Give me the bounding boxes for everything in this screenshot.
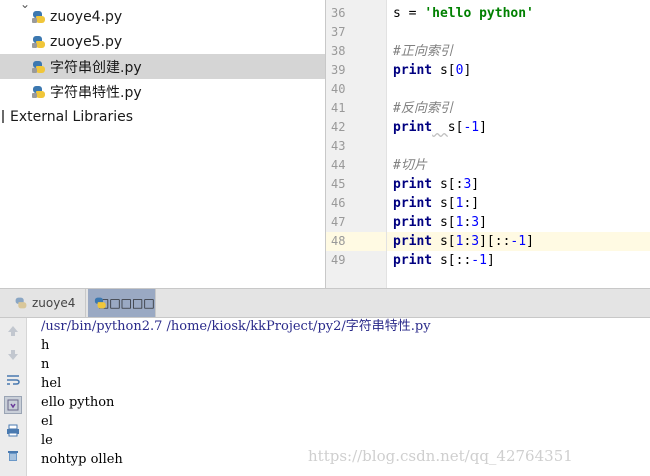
- code-line[interactable]: 38 #正向索引: [326, 42, 650, 61]
- line-number: 42: [331, 120, 346, 134]
- code-text: print s[1:3]: [393, 215, 487, 230]
- console-output-line: nohtyp olleh: [41, 452, 123, 467]
- tree-item-string-create[interactable]: 字符串创建.py: [0, 54, 325, 79]
- code-text: print s[::-1]: [393, 253, 495, 268]
- code-text: print s[-1]: [393, 120, 487, 135]
- console-output-line: n: [41, 357, 50, 372]
- line-number: 49: [331, 253, 346, 267]
- gutter-separator: [386, 0, 387, 288]
- code-line-current[interactable]: 48 print s[1:3][::-1]: [326, 232, 650, 251]
- arrow-up-icon[interactable]: [4, 322, 22, 340]
- line-number: 46: [331, 196, 346, 210]
- code-text: print s[1:]: [393, 196, 480, 211]
- code-line[interactable]: 45 print s[:3]: [326, 175, 650, 194]
- print-icon[interactable]: [4, 421, 22, 439]
- code-line[interactable]: 37: [326, 23, 650, 42]
- tree-item-string-features[interactable]: 字符串特性.py: [0, 79, 325, 104]
- line-number: 41: [331, 101, 346, 115]
- console-output-line: h: [41, 338, 50, 353]
- tree-item-zuoye5[interactable]: zuoye5.py: [0, 29, 325, 54]
- trash-icon[interactable]: [4, 446, 22, 464]
- line-number: 36: [331, 6, 346, 20]
- python-file-icon: [32, 85, 46, 99]
- line-number: 47: [331, 215, 346, 229]
- line-number: 48: [326, 232, 386, 251]
- console-command-line: /usr/bin/python2.7 /home/kiosk/kkProject…: [41, 319, 431, 334]
- tree-item-label: zuoye5.py: [50, 33, 123, 50]
- code-line[interactable]: 36 s = 'hello python': [326, 4, 650, 23]
- run-tab-label: □□□□□: [98, 296, 155, 310]
- run-tab-zuoye4[interactable]: zuoye4: [8, 289, 86, 317]
- code-line[interactable]: 39 print s[0]: [326, 61, 650, 80]
- code-line[interactable]: 47 print s[1:3]: [326, 213, 650, 232]
- library-icon: [2, 110, 4, 123]
- python-file-icon: [32, 35, 46, 49]
- code-line[interactable]: 42 print s[-1]: [326, 118, 650, 137]
- line-number: 40: [331, 82, 346, 96]
- console-toolbar: [0, 318, 27, 476]
- python-run-icon: [15, 297, 28, 310]
- tree-item-zuoye4[interactable]: zuoye4.py: [0, 4, 325, 29]
- project-panel: ⌄ zuoye4.py zuoye5.py 字符串创建.py 字符串特性.py …: [0, 0, 325, 288]
- console-output-line: ello python: [41, 395, 115, 410]
- line-number: 44: [331, 158, 346, 172]
- scroll-to-end-icon[interactable]: [4, 396, 22, 414]
- arrow-down-icon[interactable]: [4, 346, 22, 364]
- soft-wrap-icon[interactable]: [4, 371, 22, 389]
- tree-item-label: 字符串特性.py: [50, 84, 142, 101]
- run-tabs-bar: zuoye4 □□□□□: [0, 288, 650, 318]
- line-number: 43: [331, 139, 346, 153]
- code-line[interactable]: 46 print s[1:]: [326, 194, 650, 213]
- run-tab-label: zuoye4: [32, 296, 76, 310]
- watermark: https://blog.csdn.net/qq_42764351: [308, 447, 573, 465]
- tree-item-label: zuoye4.py: [50, 8, 123, 25]
- line-number: 39: [331, 63, 346, 77]
- run-tab-current[interactable]: □□□□□: [88, 289, 156, 317]
- tree-item-label: External Libraries: [10, 108, 133, 125]
- console-output-line: hel: [41, 376, 62, 391]
- code-line[interactable]: 40: [326, 80, 650, 99]
- line-number: 38: [331, 44, 346, 58]
- code-line[interactable]: 43: [326, 137, 650, 156]
- tree-item-external-libraries[interactable]: External Libraries: [0, 104, 325, 129]
- code-text: print s[0]: [393, 63, 472, 78]
- line-number: 45: [331, 177, 346, 191]
- code-text: #反向索引: [393, 101, 453, 116]
- code-line[interactable]: 49 print s[::-1]: [326, 251, 650, 270]
- console-output-line: le: [41, 433, 53, 448]
- code-line[interactable]: 41 #反向索引: [326, 99, 650, 118]
- code-line[interactable]: 44 #切片: [326, 156, 650, 175]
- python-file-icon: [32, 10, 46, 24]
- code-text: print s[:3]: [393, 177, 480, 192]
- code-text: #正向索引: [393, 44, 453, 59]
- console-output-line: el: [41, 414, 53, 429]
- tree-item-label: 字符串创建.py: [50, 59, 142, 76]
- code-text: #切片: [393, 158, 427, 173]
- code-text: print s[1:3][::-1]: [386, 232, 650, 251]
- line-number: 37: [331, 25, 346, 39]
- python-file-icon: [32, 60, 46, 74]
- code-text: s = 'hello python': [393, 6, 534, 21]
